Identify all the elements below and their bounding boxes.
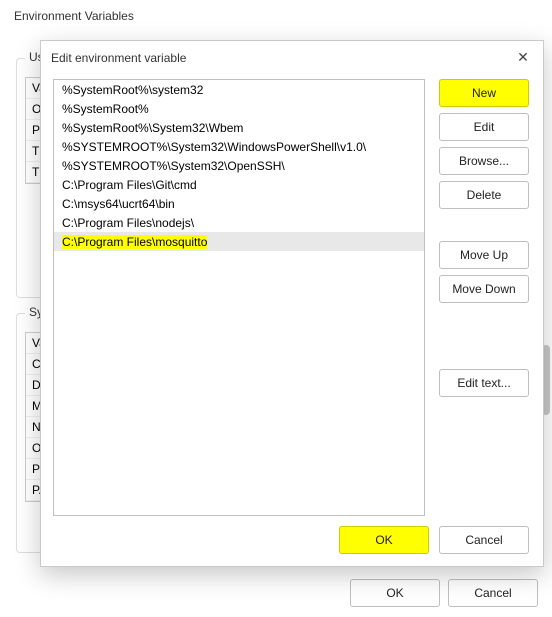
path-entry[interactable]: %SYSTEMROOT%\System32\WindowsPowerShell\… bbox=[54, 137, 424, 156]
edit-env-variable-dialog: Edit environment variable ✕ %SystemRoot%… bbox=[40, 40, 544, 567]
env-vars-footer: OK Cancel bbox=[0, 579, 538, 607]
edit-title-bar: Edit environment variable ✕ bbox=[41, 41, 543, 75]
path-entry[interactable]: %SYSTEMROOT%\System32\OpenSSH\ bbox=[54, 156, 424, 175]
new-button[interactable]: New bbox=[439, 79, 529, 107]
move-up-button[interactable]: Move Up bbox=[439, 241, 529, 269]
path-entry[interactable]: %SystemRoot%\system32 bbox=[54, 80, 424, 99]
env-cancel-button[interactable]: Cancel bbox=[448, 579, 538, 607]
delete-button[interactable]: Delete bbox=[439, 181, 529, 209]
path-entry[interactable]: %SystemRoot%\System32\Wbem bbox=[54, 118, 424, 137]
browse-button[interactable]: Browse... bbox=[439, 147, 529, 175]
env-ok-button[interactable]: OK bbox=[350, 579, 440, 607]
edit-body: %SystemRoot%\system32%SystemRoot%%System… bbox=[53, 79, 531, 516]
edit-ok-button[interactable]: OK bbox=[339, 526, 429, 554]
edit-text-button[interactable]: Edit text... bbox=[439, 369, 529, 397]
close-icon[interactable]: ✕ bbox=[509, 46, 537, 68]
spacer bbox=[439, 309, 531, 363]
spacer bbox=[439, 215, 531, 235]
edit-cancel-button[interactable]: Cancel bbox=[439, 526, 529, 554]
edit-title: Edit environment variable bbox=[51, 51, 186, 65]
path-entry[interactable]: C:\Program Files\nodejs\ bbox=[54, 213, 424, 232]
path-entry[interactable]: %SystemRoot% bbox=[54, 99, 424, 118]
env-vars-title: Environment Variables bbox=[0, 0, 552, 32]
path-entry[interactable]: C:\msys64\ucrt64\bin bbox=[54, 194, 424, 213]
edit-button[interactable]: Edit bbox=[439, 113, 529, 141]
path-entries-list[interactable]: %SystemRoot%\system32%SystemRoot%%System… bbox=[53, 79, 425, 516]
path-entry[interactable]: C:\Program Files\Git\cmd bbox=[54, 175, 424, 194]
path-entry[interactable]: C:\Program Files\mosquitto bbox=[54, 232, 424, 251]
edit-side-buttons: New Edit Browse... Delete Move Up Move D… bbox=[439, 79, 531, 516]
edit-footer: OK Cancel bbox=[41, 526, 529, 554]
move-down-button[interactable]: Move Down bbox=[439, 275, 529, 303]
